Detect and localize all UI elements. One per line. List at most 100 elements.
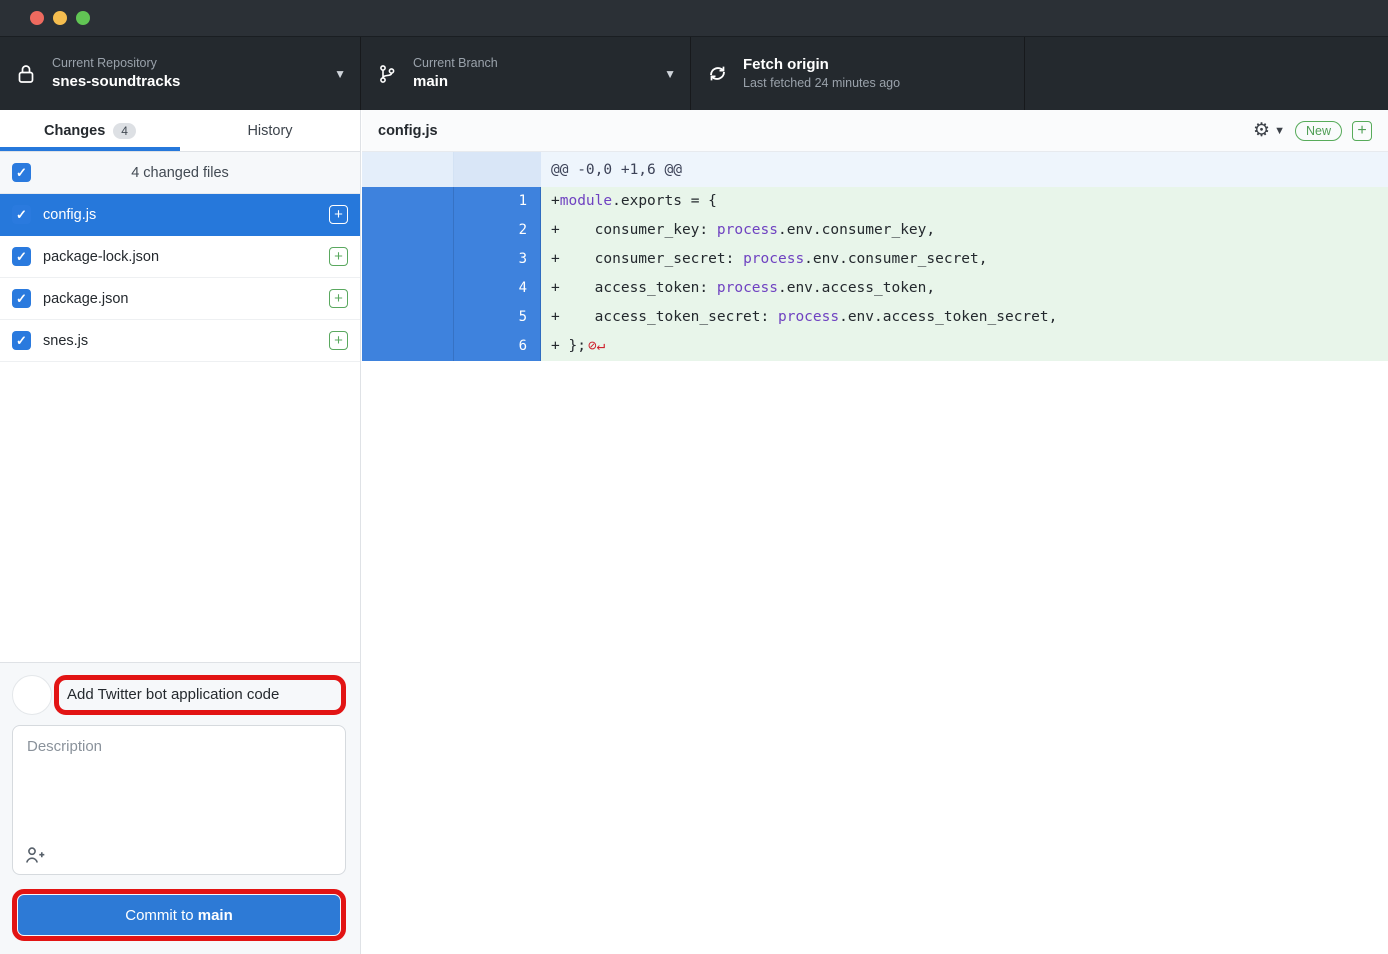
code-line-content: + access_token_secret: process.env.acces… [541,303,1388,332]
changed-files-count: 4 changed files [0,165,360,181]
old-line-number [362,216,454,245]
hunk-header-text: @@ -0,0 +1,6 @@ [541,152,1388,187]
current-branch-dropdown[interactable]: Current Branch main ▼ [361,37,691,110]
keyword-token: process [717,222,778,238]
new-line-number: 3 [454,245,541,274]
diff-added-line[interactable]: 4+ access_token: process.env.access_toke… [362,274,1388,303]
repository-label: Current Repository [52,55,326,72]
gear-icon[interactable]: ⚙ [1253,119,1270,142]
new-line-number: 4 [454,274,541,303]
code-line-content: + consumer_key: process.env.consumer_key… [541,216,1388,245]
no-newline-at-eof-icon: ⊘↵ [588,338,605,354]
file-name: package-lock.json [43,249,329,265]
diff-added-line[interactable]: 3+ consumer_secret: process.env.consumer… [362,245,1388,274]
file-checkbox[interactable]: ✓ [12,247,31,266]
github-desktop-window: Current Repository snes-soundtracks ▼ Cu… [0,0,1388,954]
diff-file-header: config.js ⚙ ▼ New + [362,110,1388,152]
old-line-number [362,303,454,332]
file-row-snes.js[interactable]: ✓ snes.js+ [0,320,360,362]
diff-lines: 1+module.exports = {2+ consumer_key: pro… [362,187,1388,361]
file-added-status-icon: + [329,289,348,308]
old-line-number [362,332,454,361]
code-line-content: + };⊘↵ [541,332,1388,361]
tab-label: History [247,123,292,139]
file-row-package-lock.json[interactable]: ✓ package-lock.json+ [0,236,360,278]
file-checkbox[interactable]: ✓ [12,205,31,224]
file-name: snes.js [43,333,329,349]
changed-files-header[interactable]: ✓ 4 changed files [0,152,360,194]
close-window-button[interactable] [30,11,44,25]
chevron-down-icon[interactable]: ▼ [1274,125,1285,137]
diff-added-line[interactable]: 1+module.exports = { [362,187,1388,216]
check-icon: ✓ [16,165,27,181]
code-line-content: + consumer_secret: process.env.consumer_… [541,245,1388,274]
diff-viewer: @@ -0,0 +1,6 @@ 1+module.exports = {2+ c… [362,152,1388,954]
code-line-content: +module.exports = { [541,187,1388,216]
current-repository-dropdown[interactable]: Current Repository snes-soundtracks ▼ [0,37,361,110]
file-name: package.json [43,291,329,307]
avatar [12,675,52,715]
new-line-number: 1 [454,187,541,216]
commit-to-main-button[interactable]: Commit to main [18,895,340,935]
old-line-gutter [362,152,454,187]
zoom-window-button[interactable] [76,11,90,25]
toolbar: Current Repository snes-soundtracks ▼ Cu… [0,37,1388,110]
keyword-token: process [778,309,839,325]
file-checkbox[interactable]: ✓ [12,289,31,308]
titlebar [0,0,1388,37]
changed-files-list: ✓config.js+✓package-lock.json+✓package.j… [0,194,360,362]
branch-info: Current Branch main [413,55,656,92]
tab-changes[interactable]: Changes 4 [0,110,180,151]
old-line-number [362,187,454,216]
commit-button-prefix: Commit to [125,907,198,924]
commit-summary-input[interactable] [67,686,333,703]
new-line-gutter [454,152,541,187]
add-coauthor-icon[interactable] [25,846,47,864]
repository-name: snes-soundtracks [52,72,326,92]
sidebar-tabs: Changes 4 History [0,110,360,152]
commit-summary-row [12,675,346,715]
diff-added-line[interactable]: 2+ consumer_key: process.env.consumer_ke… [362,216,1388,245]
select-all-checkbox[interactable]: ✓ [12,163,31,182]
file-checkbox[interactable]: ✓ [12,331,31,350]
commit-description-input[interactable] [13,726,345,838]
new-line-number: 2 [454,216,541,245]
chevron-down-icon: ▼ [334,67,346,81]
hunk-header-row: @@ -0,0 +1,6 @@ [362,152,1388,187]
changes-sidebar: Changes 4 History ✓ 4 changed files ✓ confi… [0,110,361,954]
fetch-label: Fetch origin [743,55,1010,75]
repository-info: Current Repository snes-soundtracks [52,55,326,92]
file-row-config.js[interactable]: ✓ config.js+ [0,194,360,236]
tab-history[interactable]: History [180,110,360,151]
branch-label: Current Branch [413,55,656,72]
file-added-status-icon: + [329,247,348,266]
fetch-origin-button[interactable]: Fetch origin Last fetched 24 minutes ago [691,37,1025,110]
commit-description-box [12,725,346,875]
old-line-number [362,274,454,303]
diff-added-line[interactable]: 5+ access_token_secret: process.env.acce… [362,303,1388,332]
file-added-status-icon: + [329,205,348,224]
branch-name: main [413,72,656,92]
diff-added-line[interactable]: 6+ };⊘↵ [362,332,1388,361]
commit-panel: Commit to main [0,662,360,954]
file-row-package.json[interactable]: ✓ package.json+ [0,278,360,320]
file-added-status-icon: + [329,331,348,350]
commit-button-annotation-highlight: Commit to main [12,889,346,941]
old-line-number [362,245,454,274]
summary-annotation-highlight [54,675,346,715]
fetch-info: Fetch origin Last fetched 24 minutes ago [743,55,1010,92]
file-status-badge: New [1295,121,1342,141]
changes-count-badge: 4 [113,123,136,139]
fetch-status: Last fetched 24 minutes ago [743,75,1010,92]
diff-file-title: config.js [378,123,1253,139]
plus-icon[interactable]: + [1352,121,1372,141]
minimize-window-button[interactable] [53,11,67,25]
keyword-token: process [743,251,804,267]
tab-label: Changes [44,123,105,139]
file-name: config.js [43,207,329,223]
new-line-number: 6 [454,332,541,361]
lock-icon [14,63,38,85]
code-line-content: + access_token: process.env.access_token… [541,274,1388,303]
keyword-token: module [560,193,612,209]
chevron-down-icon: ▼ [664,67,676,81]
